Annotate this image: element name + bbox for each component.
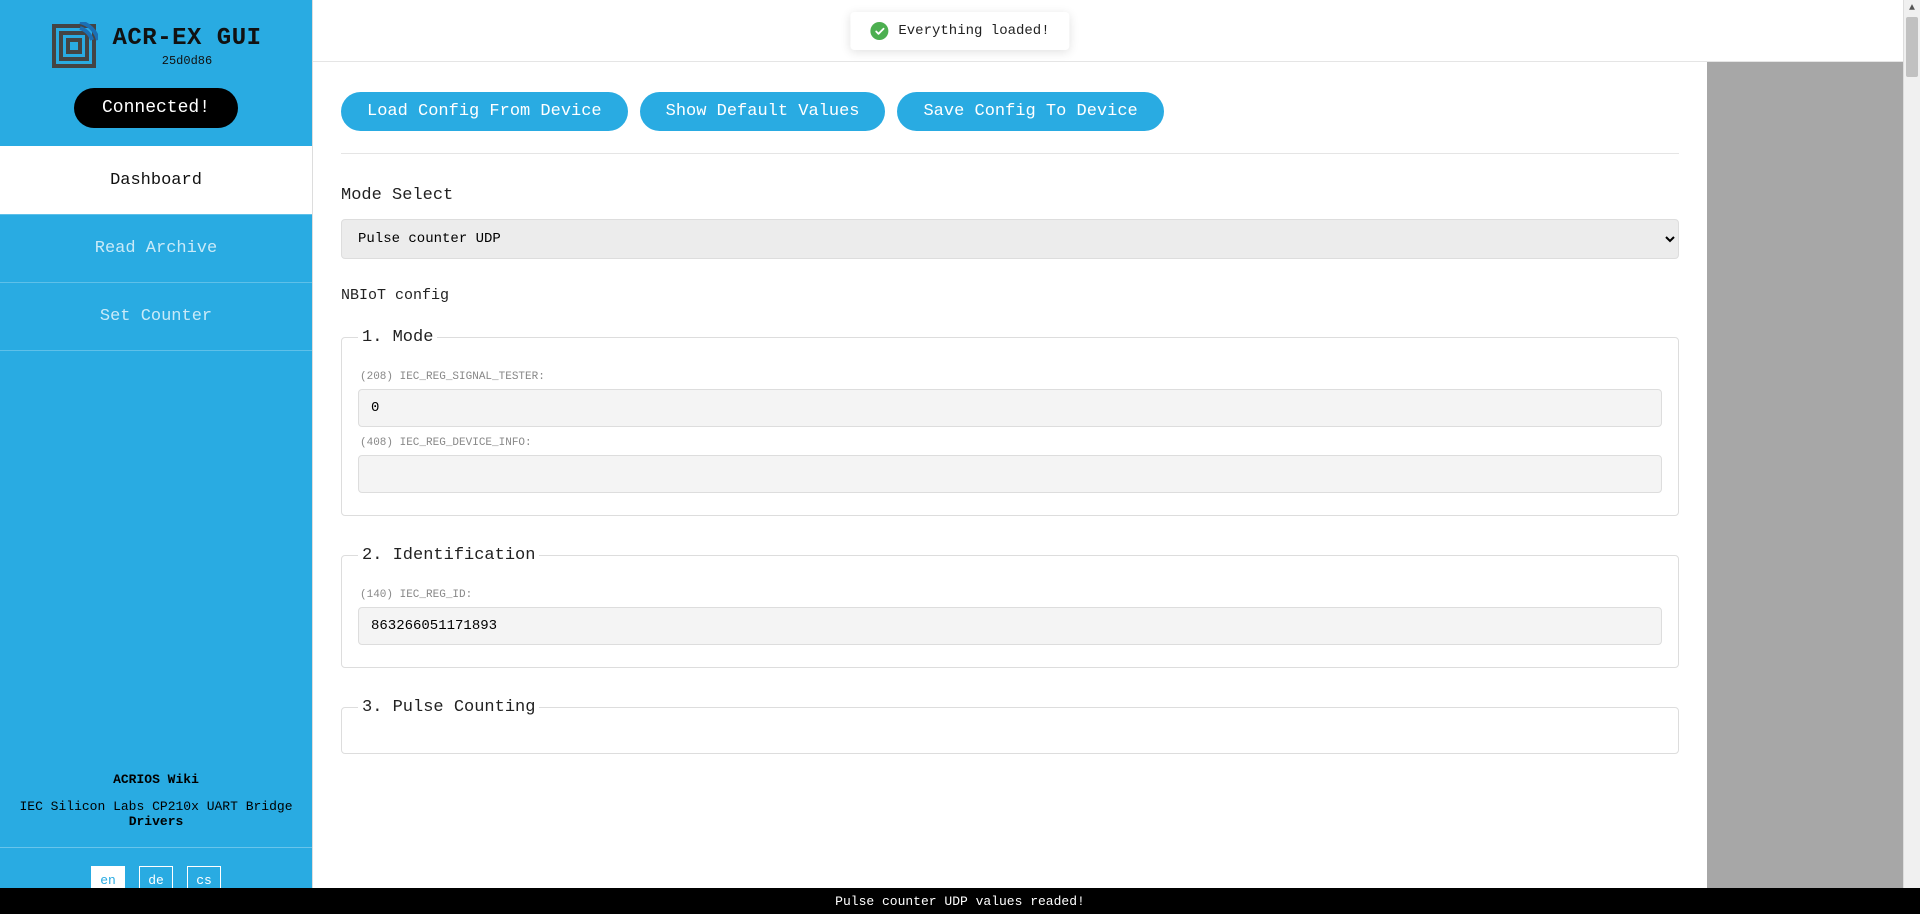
nav-set-counter[interactable]: Set Counter — [0, 282, 312, 351]
topbar — [313, 0, 1903, 62]
right-gutter — [1707, 62, 1903, 914]
check-icon — [870, 22, 888, 40]
save-config-button[interactable]: Save Config To Device — [897, 92, 1163, 131]
brand-logo-icon — [50, 22, 98, 70]
mode-select[interactable]: Pulse counter UDP — [341, 219, 1679, 259]
sidebar-links: ACRIOS Wiki IEC Silicon Labs CP210x UART… — [0, 756, 312, 847]
field-label-reg-id: (140) IEC_REG_ID: — [360, 589, 1662, 601]
content: Load Config From Device Show Default Val… — [313, 62, 1707, 914]
group-mode-legend: 1. Mode — [358, 328, 437, 347]
nav: Dashboard Read Archive Set Counter — [0, 146, 312, 351]
group-mode: 1. Mode (208) IEC_REG_SIGNAL_TESTER: (40… — [341, 328, 1679, 516]
group-identification: 2. Identification (140) IEC_REG_ID: — [341, 546, 1679, 668]
input-reg-id[interactable] — [358, 607, 1662, 645]
status-footer-message: Pulse counter UDP values readed! — [835, 894, 1085, 909]
window-scrollbar[interactable]: ▲ ▼ — [1903, 0, 1920, 914]
toast-message: Everything loaded! — [898, 23, 1049, 39]
nav-read-archive[interactable]: Read Archive — [0, 214, 312, 282]
show-defaults-button[interactable]: Show Default Values — [640, 92, 886, 131]
action-row: Load Config From Device Show Default Val… — [341, 92, 1679, 154]
input-device-info[interactable] — [358, 455, 1662, 493]
link-drivers-bold: Drivers — [129, 814, 184, 829]
link-acrios-wiki[interactable]: ACRIOS Wiki — [10, 772, 302, 787]
input-signal-tester[interactable] — [358, 389, 1662, 427]
group-identification-legend: 2. Identification — [358, 546, 539, 565]
link-drivers[interactable]: IEC Silicon Labs CP210x UART Bridge Driv… — [10, 799, 302, 829]
nav-dashboard[interactable]: Dashboard — [0, 146, 312, 214]
mode-select-label: Mode Select — [341, 186, 1679, 205]
brand: ACR-EX GUI 25d0d86 — [10, 22, 302, 70]
group-pulse-counting-legend: 3. Pulse Counting — [358, 698, 539, 717]
load-config-button[interactable]: Load Config From Device — [341, 92, 628, 131]
main: Load Config From Device Show Default Val… — [312, 0, 1903, 914]
link-drivers-prefix: IEC Silicon Labs CP210x UART Bridge — [19, 799, 292, 814]
connection-badge[interactable]: Connected! — [74, 88, 238, 128]
sidebar: ACR-EX GUI 25d0d86 Connected! Dashboard … — [0, 0, 312, 914]
app-version: 25d0d86 — [112, 54, 261, 68]
app-title: ACR-EX GUI — [112, 25, 261, 52]
status-footer: Pulse counter UDP values readed! — [0, 888, 1920, 914]
field-label-device-info: (408) IEC_REG_DEVICE_INFO: — [360, 437, 1662, 449]
scroll-thumb[interactable] — [1906, 17, 1918, 77]
config-section-title: NBIoT config — [341, 287, 1679, 304]
group-pulse-counting: 3. Pulse Counting — [341, 698, 1679, 754]
toast: Everything loaded! — [850, 12, 1069, 50]
field-label-signal-tester: (208) IEC_REG_SIGNAL_TESTER: — [360, 371, 1662, 383]
scroll-up-icon[interactable]: ▲ — [1904, 0, 1920, 17]
